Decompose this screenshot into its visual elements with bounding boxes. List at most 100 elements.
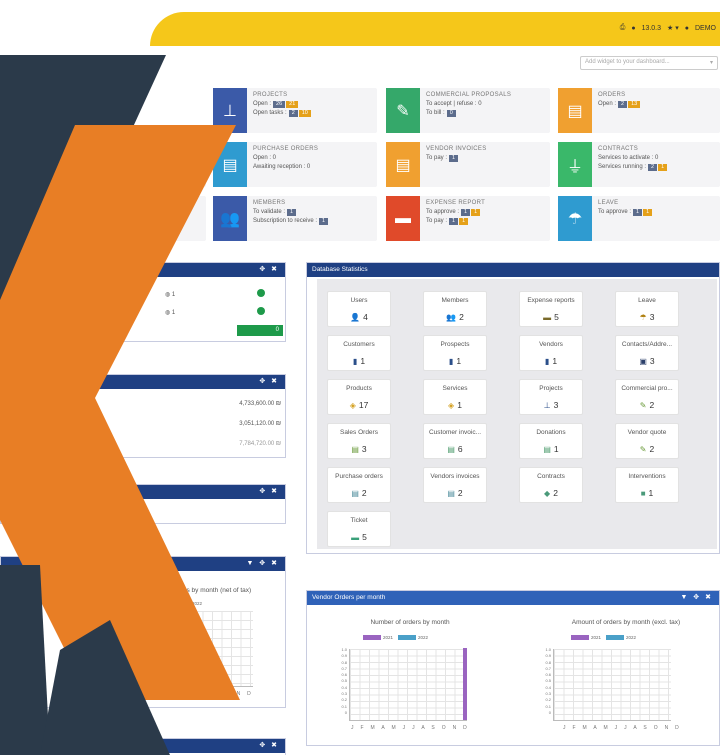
stat-tile-customer-invoic[interactable]: Customer invoic... ▤ 6 <box>423 423 487 459</box>
panel-header: ✥ ✖ <box>1 375 285 389</box>
stat-label: Services <box>442 385 468 392</box>
stat-tile-vendor-quote[interactable]: Vendor quote ✎ 2 <box>615 423 679 459</box>
chart-title: Number of orders by month <box>370 619 450 626</box>
status-total: 0 <box>237 325 283 336</box>
badge-warning[interactable]: 1 <box>658 164 668 171</box>
stat-value: 3 <box>361 444 367 454</box>
building-icon: ▮ <box>544 357 550 366</box>
stat-tile-purchase-orders[interactable]: Purchase orders ▤ 2 <box>327 467 391 503</box>
card-projects[interactable]: ⊥ PROJECTS Open :26 21 Open tasks :2 10 <box>213 88 377 133</box>
card-members[interactable]: 👥 MEMBERS To validate :1 Subscription to… <box>213 196 377 241</box>
card-expense-report[interactable]: ▬ EXPENSE REPORT To approve :11 To pay :… <box>386 196 550 241</box>
help-icon[interactable]: ● <box>631 25 635 32</box>
badge[interactable]: 26 <box>273 101 286 108</box>
user-icon: 👤 <box>350 313 361 322</box>
badge[interactable]: 2 <box>648 164 658 171</box>
star-icon[interactable]: ★ ▾ <box>667 24 679 32</box>
badge-warning[interactable]: 13 <box>628 101 641 108</box>
stat-tile-donations[interactable]: Donations ▤ 1 <box>519 423 583 459</box>
y-tick: 0 <box>344 709 347 715</box>
stat-tile-vendors-invoices[interactable]: Vendors invoices ▤ 2 <box>423 467 487 503</box>
panel-invoices-chart: ▼ ✥ ✖ Amount of invoices by month (net o… <box>0 556 286 708</box>
badge[interactable]: 1 <box>449 155 459 162</box>
stat-tile-expense-reports[interactable]: Expense reports ▬ 5 <box>519 291 583 327</box>
card-bank-account[interactable]: BANK ACCOUNT To reconcile :10 1 Cheques a… <box>60 196 206 241</box>
card-vendor-invoices[interactable]: ▤ VENDOR INVOICES To pay :1 <box>386 142 550 187</box>
badge[interactable]: 1 <box>137 164 147 171</box>
panel-tools[interactable]: ✥ ✖ <box>259 377 279 385</box>
badge-warning[interactable]: 1 <box>471 209 481 216</box>
badge-warning[interactable]: 10 <box>298 110 311 117</box>
card-commercial-proposals[interactable]: ✎ COMMERCIAL PROPOSALS To accept | refus… <box>386 88 550 133</box>
card-orders[interactable]: ▤ ORDERS Open :2 13 <box>558 88 720 133</box>
card-title: MEMBERS <box>253 200 286 206</box>
stat-tile-users[interactable]: Users 👤 4 <box>327 291 391 327</box>
card-title: CONTRACTS <box>598 146 639 152</box>
stat-tile-services[interactable]: Services ◈ 1 <box>423 379 487 415</box>
badge[interactable]: 1 <box>287 209 297 216</box>
badge[interactable]: 2 <box>618 101 628 108</box>
user-avatar-icon[interactable]: ● <box>685 25 689 32</box>
badge-warning[interactable]: 21 <box>286 101 299 108</box>
handshake-icon: ◆ <box>544 489 551 498</box>
card-line: To reconcile : <box>86 209 122 215</box>
stat-label: Products <box>346 385 372 392</box>
stat-tile-contracts[interactable]: Contracts ◆ 2 <box>519 467 583 503</box>
printer-icon[interactable]: ⎙ <box>620 24 626 32</box>
panel-tools[interactable]: ✥ ✖ <box>259 741 279 749</box>
card-line: Open : 0 <box>253 155 277 161</box>
card-contracts[interactable]: ⏚ CONTRACTS Services to activate : 0 Ser… <box>558 142 720 187</box>
panel-tools[interactable]: ✥ ✖ <box>259 487 279 495</box>
file-icon: ▤ <box>558 88 592 133</box>
badge[interactable]: 1 <box>461 209 471 216</box>
add-widget-select[interactable]: Add widget to your dashboard... ▾ <box>580 56 718 70</box>
card-title: BANK ACCOUNT <box>86 200 137 206</box>
card-title: COMMERCIAL PROPOSALS <box>426 92 512 98</box>
file-icon: ▤ <box>351 445 359 454</box>
badge-warning[interactable]: 1 <box>459 218 469 225</box>
stat-tile-commercial-pro[interactable]: Commercial pro... ✎ 2 <box>615 379 679 415</box>
x-axis-labels: J F M A M J J A S O N D <box>351 725 470 731</box>
card-leave[interactable]: ☂ LEAVE To approve :11 <box>558 196 720 241</box>
panel-tools[interactable]: ▼ ✥ ✖ <box>246 559 279 567</box>
stat-tile-projects[interactable]: Projects ⊥ 3 <box>519 379 583 415</box>
stat-tile-customers[interactable]: Customers ▮ 1 <box>327 335 391 371</box>
account-number[interactable]: 08423676 <box>41 421 68 427</box>
badge[interactable]: 2 <box>288 110 298 117</box>
stat-tile-members[interactable]: Members 👥 2 <box>423 291 487 327</box>
stat-value: 1 <box>648 488 654 498</box>
badge[interactable]: 1 <box>633 209 643 216</box>
stat-tile-sales-orders[interactable]: Sales Orders ▤ 3 <box>327 423 391 459</box>
stat-tile-ticket[interactable]: Ticket ▬ 5 <box>327 511 391 547</box>
stat-tile-products[interactable]: Products ◈ 17 <box>327 379 391 415</box>
invoice-icon: ▤ <box>447 489 455 498</box>
card-line: To pay : <box>426 155 448 161</box>
user-menu[interactable]: DEMO <box>695 25 716 32</box>
stat-tile-leave[interactable]: Leave ☂ 3 <box>615 291 679 327</box>
panel-header: ✥ ✖ <box>1 263 285 277</box>
stat-tile-interventions[interactable]: Interventions ■ 1 <box>615 467 679 503</box>
badge[interactable]: 1 <box>449 218 459 225</box>
stat-value: 1 <box>456 356 462 366</box>
badge-warning[interactable]: 1 <box>643 209 653 216</box>
card-vendor-quotes[interactable]: DOR QUOTES accept | refuse : 0 close :1 <box>60 142 206 187</box>
badge[interactable]: 0 <box>446 110 456 117</box>
panel-tools[interactable]: ✥ ✖ <box>259 265 279 273</box>
badge[interactable]: 1 <box>319 218 329 225</box>
building-icon: ▮ <box>448 357 454 366</box>
stat-label: Vendors invoices <box>430 473 480 480</box>
account-number[interactable]: 091355627 <box>41 401 71 407</box>
bar-2022-jan <box>139 613 143 686</box>
panel-tools[interactable]: ▼ ✥ ✖ <box>680 593 713 601</box>
stat-tile-vendors[interactable]: Vendors ▮ 1 <box>519 335 583 371</box>
stat-label: Users <box>350 297 368 304</box>
umbrella-icon: ☂ <box>558 196 592 241</box>
stat-value: 5 <box>362 532 367 542</box>
card-line: close : <box>118 164 136 170</box>
badge[interactable]: 10 <box>123 209 136 216</box>
badge-warning[interactable]: 1 <box>136 209 146 216</box>
stat-tile-prospects[interactable]: Prospects ▮ 1 <box>423 335 487 371</box>
stat-tile-contacts-addre[interactable]: Contacts/Addre... ▣ 3 <box>615 335 679 371</box>
donation-icon: ▤ <box>543 445 551 454</box>
card-purchase-orders[interactable]: ▤ PURCHASE ORDERS Open : 0 Awaiting rece… <box>213 142 377 187</box>
